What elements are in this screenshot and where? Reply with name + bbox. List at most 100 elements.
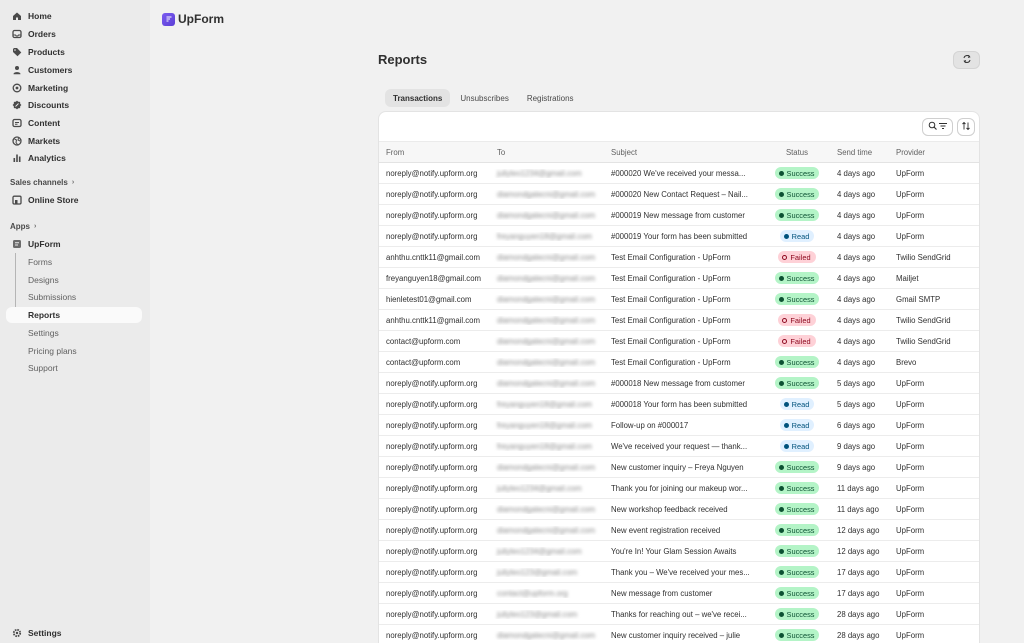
table-row[interactable]: noreply@notify.upform.org diamondgalecni@… <box>379 457 979 478</box>
tab-registrations[interactable]: Registrations <box>519 89 582 107</box>
cell-status: Success <box>763 608 831 620</box>
cell-subject: #000019 New message from customer <box>611 210 745 220</box>
nav-sub-settings[interactable]: Settings <box>28 325 59 341</box>
status-dot-icon <box>778 611 784 617</box>
table-row[interactable]: noreply@notify.upform.org juliyleo123@gma… <box>379 604 979 625</box>
table-row[interactable]: noreply@notify.upform.org diamondgalecni@… <box>379 520 979 541</box>
cell-send-time: 28 days ago <box>837 630 880 640</box>
status-badge: Success <box>774 377 820 389</box>
table-row[interactable]: freyanguyen18@gmail.com diamondgalecni@gm… <box>379 268 979 289</box>
table-row[interactable]: noreply@notify.upform.org juliyleo123@gma… <box>379 562 979 583</box>
cell-to: diamondgalecni@gmail.com <box>489 358 603 367</box>
cell-provider: Gmail SMTP <box>896 294 941 304</box>
cell-send-time: 4 days ago <box>837 252 876 262</box>
table-row[interactable]: noreply@notify.upform.org diamondgalecni@… <box>379 499 979 520</box>
nav-upform-label: UpForm <box>28 239 61 249</box>
sales-channels-header[interactable]: Sales channels › <box>10 178 74 187</box>
cell-status: Success <box>763 272 831 284</box>
nav-markets[interactable]: Markets <box>6 132 142 150</box>
status-dot-icon <box>778 548 784 554</box>
table-row[interactable]: noreply@notify.upform.org freyanguyen18@g… <box>379 226 979 247</box>
nav-orders[interactable]: Orders <box>6 25 142 43</box>
cell-to: diamondgalecni@gmail.com <box>489 379 603 388</box>
nav-sub-designs[interactable]: Designs <box>28 272 59 288</box>
col-send-time: Send time <box>837 147 873 157</box>
status-dot-icon <box>778 170 784 176</box>
tab-transactions[interactable]: Transactions <box>385 89 451 107</box>
table-row[interactable]: noreply@notify.upform.org freyanguyen18@g… <box>379 436 979 457</box>
table-row[interactable]: noreply@notify.upform.org juliyleo1234@gm… <box>379 478 979 499</box>
nav-sub-forms[interactable]: Forms <box>28 254 52 270</box>
cell-send-time: 4 days ago <box>837 315 876 325</box>
cell-status: Failed <box>763 335 831 347</box>
nav-sub-support[interactable]: Support <box>28 360 58 376</box>
nav-home[interactable]: Home <box>6 7 142 25</box>
col-from: From <box>386 147 405 157</box>
cell-status: Success <box>763 461 831 473</box>
nav-sub-reports[interactable]: Reports <box>6 307 142 323</box>
table-row[interactable]: noreply@notify.upform.org contact@upform.… <box>379 583 979 604</box>
table-row[interactable]: noreply@notify.upform.org juliyleo1234@gm… <box>379 541 979 562</box>
cell-status: Success <box>763 566 831 578</box>
sidebar: Home Orders Products Customers Marketing… <box>0 0 150 643</box>
content-icon <box>12 118 22 128</box>
cell-subject: #000020 We've received your messa... <box>611 168 746 178</box>
cell-provider: Twilio SendGrid <box>896 252 951 262</box>
table-row[interactable]: hienletest01@gmail.com diamondgalecni@gma… <box>379 289 979 310</box>
table-row[interactable]: contact@upform.com diamondgalecni@gmail.c… <box>379 331 979 352</box>
status-label: Success <box>786 483 815 493</box>
chevron-right-icon: › <box>71 179 75 186</box>
nav-marketing[interactable]: Marketing <box>6 79 142 97</box>
status-badge: Success <box>774 587 820 599</box>
search-filter-button[interactable] <box>922 118 953 136</box>
table-row[interactable]: contact@upform.com diamondgalecni@gmail.c… <box>379 352 979 373</box>
refresh-button[interactable] <box>953 51 980 69</box>
cell-subject: Thank you for joining our makeup wor... <box>611 483 748 493</box>
nav-discounts[interactable]: Discounts <box>6 96 142 114</box>
cell-from: noreply@notify.upform.org <box>386 462 478 472</box>
cell-from: noreply@notify.upform.org <box>386 525 478 535</box>
cell-status: Success <box>763 482 831 494</box>
nav-customers[interactable]: Customers <box>6 61 142 79</box>
status-badge: Success <box>774 209 820 221</box>
sort-button[interactable] <box>957 118 975 136</box>
table-row[interactable]: noreply@notify.upform.org diamondgalecni@… <box>379 184 979 205</box>
cell-from: noreply@notify.upform.org <box>386 231 478 241</box>
status-badge: Failed <box>778 251 816 263</box>
table-row[interactable]: noreply@notify.upform.org freyanguyen18@g… <box>379 415 979 436</box>
table-row[interactable]: noreply@notify.upform.org freyanguyen18@g… <box>379 394 979 415</box>
cell-send-time: 6 days ago <box>837 420 876 430</box>
nav-sub-submissions[interactable]: Submissions <box>28 289 76 305</box>
inbox-icon <box>12 29 22 39</box>
nav-settings[interactable]: Settings <box>6 624 142 642</box>
nav-analytics[interactable]: Analytics <box>6 149 142 167</box>
cell-provider: UpForm <box>896 630 925 640</box>
cell-status: Success <box>763 587 831 599</box>
tab-unsubscribes[interactable]: Unsubscribes <box>452 89 516 107</box>
cell-to: contact@upform.org <box>489 589 603 598</box>
cell-from: anhthu.cnttk11@gmail.com <box>386 315 481 325</box>
apps-header[interactable]: Apps › <box>10 222 36 231</box>
nav-products[interactable]: Products <box>6 43 142 61</box>
table-row[interactable]: anhthu.cnttk11@gmail.com diamondgalecni@g… <box>379 310 979 331</box>
sales-channels-label: Sales channels <box>10 178 68 187</box>
nav-content[interactable]: Content <box>6 114 142 132</box>
table-row[interactable]: noreply@notify.upform.org diamondgalecni@… <box>379 625 979 643</box>
status-badge: Success <box>774 356 820 368</box>
discount-icon <box>12 100 22 110</box>
nav-online-store[interactable]: Online Store <box>6 191 142 209</box>
table-row[interactable]: noreply@notify.upform.org diamondgalecni@… <box>379 373 979 394</box>
cell-to: freyanguyen18@gmail.com <box>489 232 603 241</box>
cell-to-value: diamondgalecni@gmail.com <box>497 525 596 535</box>
report-tabs: Transactions Unsubscribes Registrations <box>385 89 582 107</box>
cell-to: juliyleo1234@gmail.com <box>489 169 603 178</box>
table-row[interactable]: anhthu.cnttk11@gmail.com diamondgalecni@g… <box>379 247 979 268</box>
nav-upform-app[interactable]: UpForm <box>6 235 142 253</box>
nav-sub-pricing-plans[interactable]: Pricing plans <box>28 343 77 359</box>
table-row[interactable]: noreply@notify.upform.org juliyleo1234@gm… <box>379 163 979 184</box>
status-dot-icon <box>778 527 784 533</box>
table-row[interactable]: noreply@notify.upform.org diamondgalecni@… <box>379 205 979 226</box>
cell-status: Read <box>763 398 831 410</box>
cell-send-time: 4 days ago <box>837 294 876 304</box>
status-badge: Failed <box>778 314 816 326</box>
